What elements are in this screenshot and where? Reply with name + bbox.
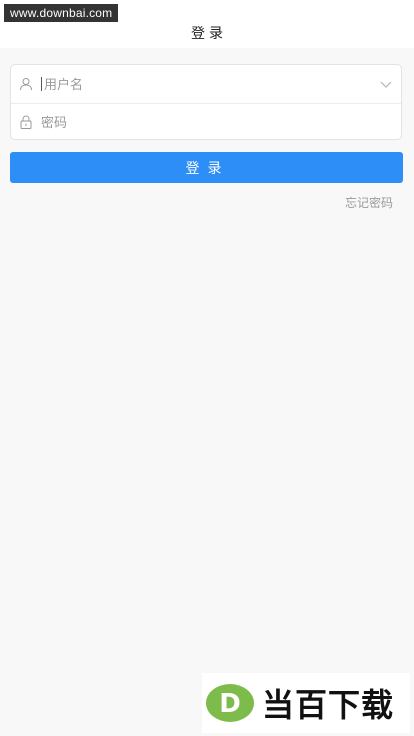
site-watermark: www.downbai.com: [4, 4, 119, 22]
login-form: [10, 64, 402, 140]
brand-logo: D 当百下载: [202, 673, 410, 733]
logo-mark-letter: D: [219, 689, 241, 719]
username-row: [11, 65, 401, 104]
password-row: [11, 103, 401, 141]
user-icon: [19, 77, 33, 91]
login-button[interactable]: 登录: [10, 152, 403, 183]
chevron-down-icon[interactable]: [379, 77, 393, 91]
logo-text: 当百下载: [262, 686, 395, 724]
logo-mark-icon: D: [206, 684, 254, 722]
forgot-password-link[interactable]: 忘记密码: [345, 194, 393, 211]
top-bar: www.downbai.com 登录: [0, 0, 414, 48]
password-input[interactable]: [41, 112, 401, 132]
text-cursor: [41, 77, 42, 91]
page-title: 登录: [191, 25, 227, 41]
login-page: www.downbai.com 登录 用户名 登录 忘记密码 D 当百下载: [0, 0, 414, 736]
lock-icon: [19, 115, 33, 129]
username-input[interactable]: [44, 74, 401, 94]
